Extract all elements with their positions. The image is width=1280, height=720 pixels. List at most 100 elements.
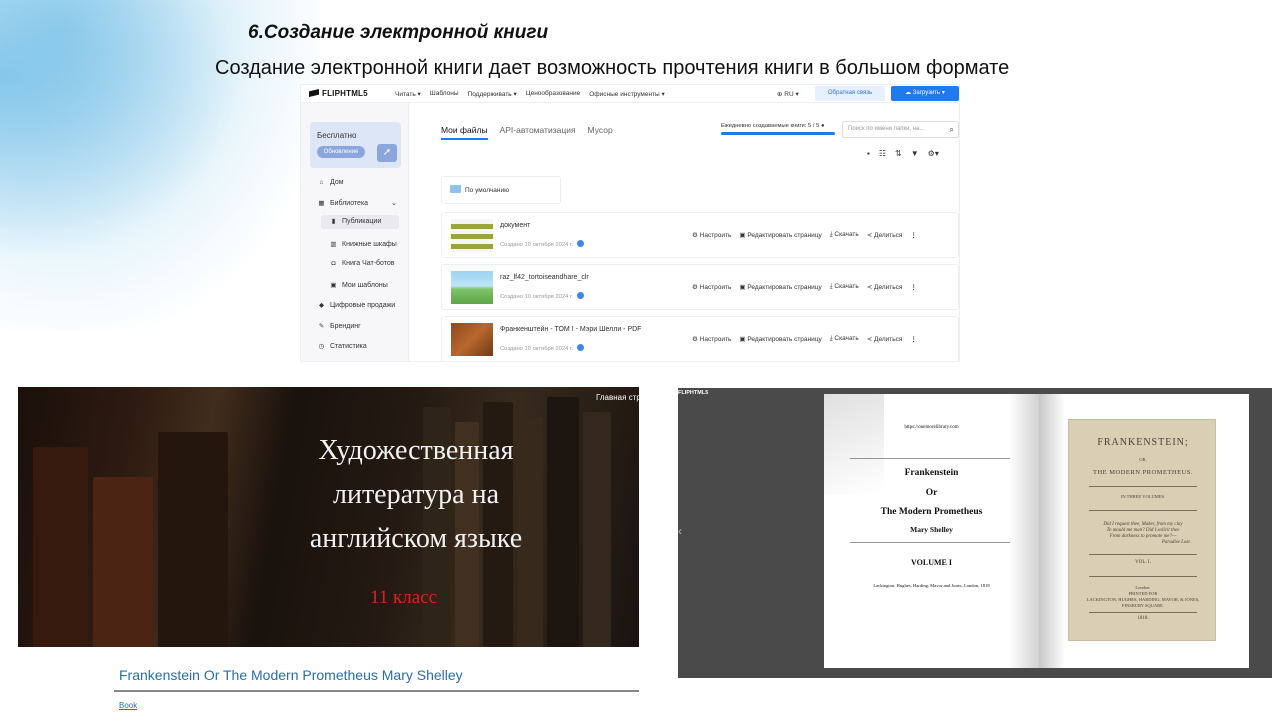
file-date: Создано 10 октября 2024 г.	[500, 240, 584, 248]
upgrade-button[interactable]: Обновление	[317, 146, 365, 158]
home-page-link[interactable]: Главная стр	[596, 393, 639, 402]
original-title-page: FRANKENSTEIN; OR, THE MODERN PROMETHEUS.…	[1068, 419, 1216, 641]
old-year: 1818.	[1137, 616, 1149, 621]
sidebar-item-library[interactable]: ▦ Библиотека ⌄	[317, 199, 397, 207]
share-button[interactable]: ≺ Делиться	[867, 335, 903, 343]
upload-button[interactable]: ☁ Загрузить ▾	[891, 86, 959, 101]
chatbot-icon: ◘	[331, 260, 336, 267]
plan-name: Бесплатно	[317, 131, 357, 140]
nav-pricing[interactable]: Ценообразование	[526, 90, 580, 98]
search-input[interactable]: Поиск по имени папки, на... ⌕	[842, 121, 959, 138]
old-rule	[1089, 554, 1197, 555]
public-globe-icon	[576, 344, 584, 351]
more-options-icon[interactable]: ⋮	[910, 335, 917, 343]
nav-templates[interactable]: Шаблоны	[430, 90, 459, 98]
tab-api-automation[interactable]: API-автоматизация	[500, 125, 576, 140]
imprint-line: FINSBURY SQUARE.	[1121, 603, 1165, 608]
quota-progress-bar	[721, 132, 835, 135]
sort-icon[interactable]: ⇅	[895, 149, 902, 158]
tag-icon: ◆	[319, 302, 324, 309]
file-name[interactable]: документ	[500, 222, 530, 229]
file-row[interactable]: raz_lf42_tortoiseandhare_clr Создано 10 …	[441, 264, 959, 310]
cover-title-line: Художественная	[318, 435, 514, 466]
file-thumbnail[interactable]	[451, 323, 493, 356]
file-name[interactable]: Франкенштейн - ТОМ I - Мэри Шелли - PDF	[500, 326, 641, 333]
download-button[interactable]: ⤓ Скачать	[830, 283, 859, 291]
tab-my-files[interactable]: Мои файлы	[441, 125, 488, 140]
old-subtitle: THE MODERN PROMETHEUS.	[1092, 469, 1194, 476]
sidebar-label: Дом	[330, 179, 344, 186]
share-label: Делиться	[874, 284, 903, 291]
sidebar-label: Библиотека	[330, 200, 369, 207]
share-button[interactable]: ≺ Делиться	[867, 231, 903, 239]
main-nav: Читать ▾ Шаблоны Поддерживать ▾ Ценообра…	[395, 90, 665, 98]
sidebar-item-branding[interactable]: ✎ Брендинг	[317, 322, 361, 330]
sidebar-label: Публикации	[342, 218, 382, 225]
settings-button[interactable]: ⚙ Настроить	[692, 335, 731, 343]
file-row[interactable]: документ Создано 10 октября 2024 г. ⚙ На…	[441, 212, 959, 258]
grade-label: 11 класс	[370, 587, 438, 608]
settings-button[interactable]: ⚙ Настроить	[692, 231, 731, 239]
old-rule	[1089, 576, 1197, 577]
list-view-icon[interactable]: ☷	[879, 149, 886, 158]
chevron-down-icon: ⌄	[391, 200, 397, 207]
edit-page-button[interactable]: ▣ Редактировать страницу	[739, 283, 821, 291]
chevron-down-icon: ▾	[941, 90, 945, 96]
edit-label: Редактировать страницу	[747, 232, 822, 239]
view-toolbar: ▪ ☷ ⇅ ▼ ⚙▾	[867, 149, 939, 158]
sidebar-item-digital-sales[interactable]: ◆ Цифровые продажи	[317, 301, 395, 309]
file-actions: ⚙ Настроить ▣ Редактировать страницу ⤓ С…	[692, 283, 917, 291]
more-options-icon[interactable]: ⋮	[910, 231, 917, 239]
default-folder[interactable]: По умолчанию	[441, 176, 561, 204]
public-globe-icon	[576, 240, 584, 247]
filter-icon[interactable]: ▼	[911, 149, 919, 158]
page-shadow	[824, 394, 884, 494]
language-selector[interactable]: ⊕ RU ▾	[777, 90, 799, 98]
public-globe-icon	[576, 292, 584, 299]
feedback-button[interactable]: Обратная связь	[815, 86, 885, 101]
fliphtml5-logo[interactable]: FLIPHTML5	[309, 89, 368, 98]
logo-text: FLIPHTML5	[322, 89, 368, 98]
file-name[interactable]: raz_lf42_tortoiseandhare_clr	[500, 274, 589, 281]
nav-read[interactable]: Читать ▾	[395, 90, 421, 98]
folder-name: По умолчанию	[465, 187, 509, 194]
sidebar-item-bookshelves[interactable]: ▥ Книжные шкафы	[329, 240, 396, 248]
download-button[interactable]: ⤓ Скачать	[830, 231, 859, 239]
settings-dropdown-icon[interactable]: ⚙▾	[928, 149, 939, 158]
search-placeholder: Поиск по имени папки, на...	[848, 126, 925, 132]
sidebar-label: Статистика	[330, 343, 367, 350]
sidebar-item-my-templates[interactable]: ▣ Мои шаблоны	[329, 281, 387, 289]
sidebar: Бесплатно Обновление ➚ ⌂ Дом ▦ Библиотека ⌄…	[301, 103, 409, 361]
more-options-icon[interactable]: ⋮	[910, 283, 917, 291]
book-link[interactable]: Book	[119, 701, 137, 710]
file-date-text: Создано 10 октября 2024 г.	[500, 346, 573, 352]
sidebar-item-publications[interactable]: ▮ Публикации	[321, 215, 399, 229]
share-icon: ≺	[866, 284, 875, 291]
file-row[interactable]: Франкенштейн - ТОМ I - Мэри Шелли - PDF …	[441, 316, 959, 361]
sidebar-item-statistics[interactable]: ◷ Статистика	[317, 342, 367, 350]
new-folder-icon[interactable]: ▪	[867, 149, 870, 158]
sidebar-item-home[interactable]: ⌂ Дом	[317, 179, 344, 186]
nav-office-tools[interactable]: Офисные инструменты ▾	[589, 90, 665, 98]
daily-quota: Ежедневно создаваемые книги: 5 / 5 ●	[721, 123, 824, 129]
sidebar-item-chatbot-book[interactable]: ◘ Книга Чат-ботов	[329, 260, 395, 267]
file-thumbnail[interactable]	[451, 219, 493, 252]
file-thumbnail[interactable]	[451, 271, 493, 304]
edit-page-button[interactable]: ▣ Редактировать страницу	[739, 335, 821, 343]
edit-page-button[interactable]: ▣ Редактировать страницу	[739, 231, 821, 239]
share-button[interactable]: ≺ Делиться	[867, 283, 903, 291]
library-icon: ▦	[318, 200, 325, 207]
book-icon: ▮	[331, 218, 336, 225]
tab-trash[interactable]: Мусор	[588, 125, 613, 140]
watercolor-accent	[0, 0, 240, 260]
top-bar: FLIPHTML5 Читать ▾ Шаблоны Поддерживать …	[301, 85, 959, 103]
plan-card: Бесплатно Обновление ➚	[310, 122, 401, 168]
page-rule	[850, 542, 1010, 543]
settings-button[interactable]: ⚙ Настроить	[692, 283, 731, 291]
title-divider	[114, 690, 639, 692]
previous-page-arrow-icon[interactable]: ‹	[678, 524, 682, 538]
download-button[interactable]: ⤓ Скачать	[830, 335, 859, 343]
nav-support[interactable]: Поддерживать ▾	[468, 90, 517, 98]
download-label: Скачать	[834, 335, 859, 342]
fliphtml5-dashboard: FLIPHTML5 Читать ▾ Шаблоны Поддерживать …	[300, 84, 960, 362]
